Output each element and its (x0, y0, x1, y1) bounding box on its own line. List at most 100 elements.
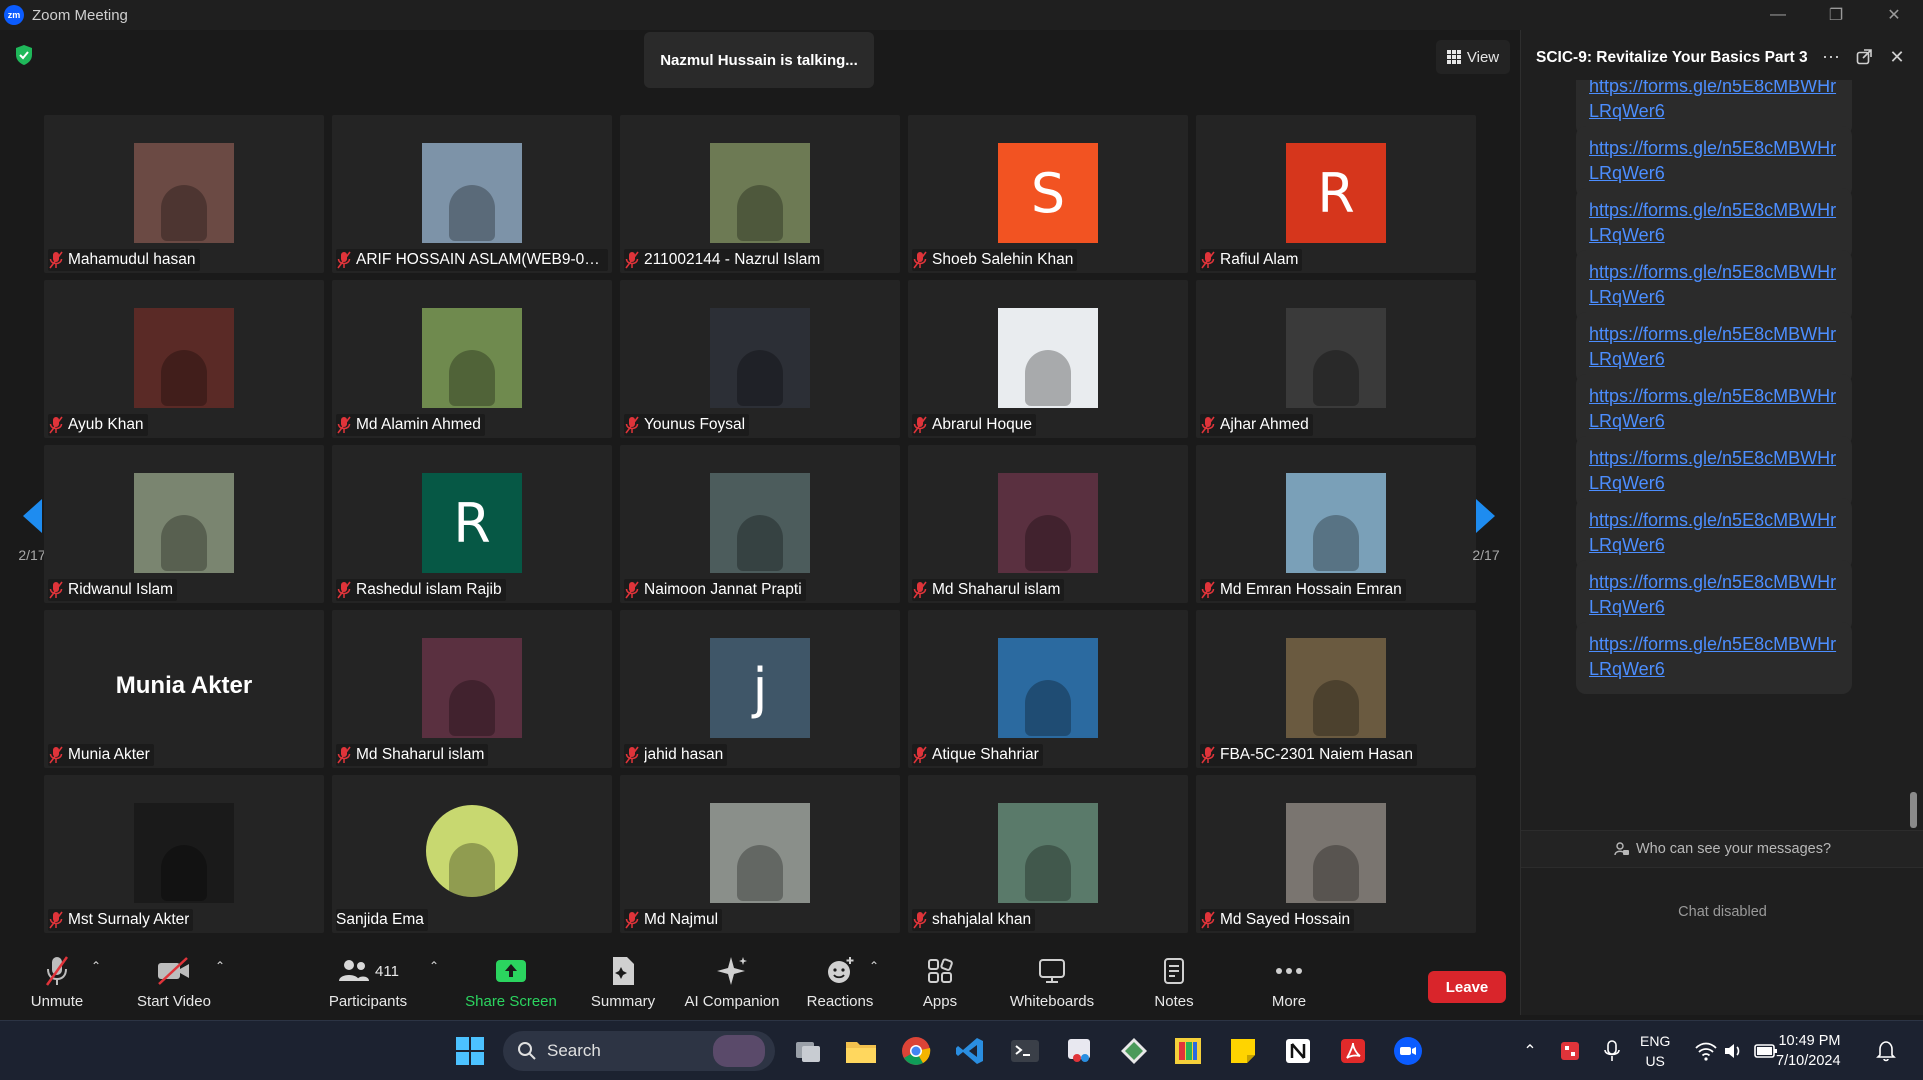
language-indicator[interactable]: ENG US (1640, 1031, 1670, 1071)
meeting-area: Nazmul Hussain is talking... View 2/17 M… (0, 30, 1520, 1015)
participant-tile[interactable]: j jahid hasan (620, 610, 900, 768)
participant-tile[interactable]: S Shoeb Salehin Khan (908, 115, 1188, 273)
participant-tile[interactable]: Md Emran Hossain Emran (1196, 445, 1476, 603)
participants-button[interactable]: 411 Participants (324, 945, 412, 1020)
participant-tile[interactable]: shahjalal khan (908, 775, 1188, 933)
volume-icon[interactable] (1716, 1033, 1752, 1069)
summary-label: Summary (590, 993, 656, 1010)
chat-message-link[interactable]: https://forms.gle/n5E8cMBWHrLRqWer6 (1589, 508, 1838, 558)
participant-tile[interactable]: Abrarul Hoque (908, 280, 1188, 438)
participant-tile[interactable]: Naimoon Jannat Prapti (620, 445, 900, 603)
taskbar-clock[interactable]: 10:49 PM 7/10/2024 (1776, 1031, 1841, 1071)
summary-button[interactable]: Summary (584, 945, 662, 1020)
chat-message-link[interactable]: https://forms.gle/n5E8cMBWHrLRqWer6 (1589, 260, 1838, 310)
participant-display-name: Munia Akter (115, 672, 253, 699)
muted-mic-icon (337, 251, 351, 269)
participant-tile[interactable]: Ajhar Ahmed (1196, 280, 1476, 438)
participant-tile[interactable]: Md Shaharul islam (332, 610, 612, 768)
restore-icon[interactable]: ❐ (1807, 0, 1865, 30)
acrobat-icon[interactable] (1335, 1033, 1371, 1069)
reactions-button[interactable]: Reactions (800, 945, 880, 1020)
language-top: ENG (1640, 1033, 1671, 1049)
leave-button[interactable]: Leave (1428, 971, 1506, 1003)
muted-mic-icon (1201, 251, 1215, 269)
chat-message-list[interactable]: https://forms.gle/n5E8cMBWHrLRqWer6 https… (1521, 80, 1921, 858)
file-explorer-icon[interactable] (843, 1033, 879, 1069)
participant-tile[interactable]: 211002144 - Nazrul Islam (620, 115, 900, 273)
window-title: Zoom Meeting (32, 6, 128, 24)
tray-overflow-chevron-icon[interactable]: ⌃ (1512, 1033, 1548, 1069)
participant-tile[interactable]: ARIF HOSSAIN ASLAM(WEB9-001... (332, 115, 612, 273)
participant-name: Sanjida Ema (336, 911, 424, 928)
participant-tile[interactable]: Ridwanul Islam (44, 445, 324, 603)
notifications-bell-icon[interactable] (1868, 1033, 1904, 1069)
pop-out-icon[interactable] (1853, 46, 1875, 68)
participant-tile[interactable]: Md Alamin Ahmed (332, 280, 612, 438)
apps-button[interactable]: Apps (914, 945, 966, 1020)
close-chat-icon[interactable]: ✕ (1886, 46, 1908, 68)
sticky-notes-icon[interactable] (1225, 1033, 1261, 1069)
more-button[interactable]: More (1264, 945, 1314, 1020)
participant-tile[interactable]: Md Sayed Hossain (1196, 775, 1476, 933)
participants-options-caret-icon[interactable]: ⌃ (427, 959, 441, 973)
participant-tile[interactable]: R Rafiul Alam (1196, 115, 1476, 273)
tray-microphone-icon[interactable] (1594, 1033, 1630, 1069)
participant-tile[interactable]: Md Najmul (620, 775, 900, 933)
chat-message-link[interactable]: https://forms.gle/n5E8cMBWHrLRqWer6 (1589, 136, 1838, 186)
chat-message-link[interactable]: https://forms.gle/n5E8cMBWHrLRqWer6 (1589, 446, 1838, 496)
more-options-icon[interactable]: ⋯ (1820, 46, 1842, 68)
video-options-caret-icon[interactable]: ⌃ (213, 959, 227, 973)
participant-tile[interactable]: Atique Shahriar (908, 610, 1188, 768)
chat-scrollbar[interactable] (1910, 792, 1917, 828)
close-icon[interactable]: ✕ (1865, 0, 1923, 30)
zoom-window: zm Zoom Meeting — ❐ ✕ Nazmul Hussain is … (0, 0, 1923, 1080)
participant-tile[interactable]: Mst Surnaly Akter (44, 775, 324, 933)
notes-button[interactable]: Notes (1148, 945, 1200, 1020)
taskbar-search[interactable]: Search (503, 1031, 775, 1071)
chat-message-link[interactable]: https://forms.gle/n5E8cMBWHrLRqWer6 (1589, 80, 1838, 124)
git-client-icon[interactable] (1116, 1033, 1152, 1069)
tray-app-icon[interactable] (1552, 1033, 1588, 1069)
photo-app-icon[interactable] (1170, 1033, 1206, 1069)
security-shield-icon[interactable] (14, 44, 34, 66)
zoom-taskbar-icon[interactable] (1390, 1033, 1426, 1069)
minimize-icon[interactable]: — (1749, 0, 1807, 30)
participant-tile[interactable]: Mahamudul hasan (44, 115, 324, 273)
participant-tile[interactable]: Ayub Khan (44, 280, 324, 438)
participant-tile[interactable]: Md Shaharul islam (908, 445, 1188, 603)
muted-mic-icon (913, 251, 927, 269)
view-button[interactable]: View (1436, 40, 1510, 74)
unmute-button[interactable]: Unmute (24, 945, 90, 1020)
audio-options-caret-icon[interactable]: ⌃ (89, 959, 103, 973)
chrome-icon[interactable] (898, 1033, 934, 1069)
vscode-icon[interactable] (952, 1033, 988, 1069)
ai-companion-button[interactable]: AI Companion (680, 945, 784, 1020)
windows-start-icon[interactable] (452, 1033, 488, 1069)
participant-name: Rafiul Alam (1220, 251, 1299, 268)
participant-photo (998, 803, 1098, 903)
reactions-options-caret-icon[interactable]: ⌃ (867, 959, 881, 973)
chat-message-link[interactable]: https://forms.gle/n5E8cMBWHrLRqWer6 (1589, 570, 1838, 620)
chat-message-link[interactable]: https://forms.gle/n5E8cMBWHrLRqWer6 (1589, 384, 1838, 434)
who-can-see-messages[interactable]: Who can see your messages? (1521, 830, 1923, 868)
participant-photo (710, 803, 810, 903)
task-view-icon[interactable] (790, 1033, 826, 1069)
more-dots-icon (1276, 968, 1302, 974)
next-page-button[interactable]: 2/17 (1468, 497, 1504, 609)
participant-photo (1286, 473, 1386, 573)
notion-icon[interactable] (1280, 1033, 1316, 1069)
snipping-tool-icon[interactable] (1062, 1033, 1098, 1069)
chat-message-link[interactable]: https://forms.gle/n5E8cMBWHrLRqWer6 (1589, 198, 1838, 248)
whiteboards-button[interactable]: Whiteboards (1002, 945, 1102, 1020)
participant-tile[interactable]: Younus Foysal (620, 280, 900, 438)
participant-tile[interactable]: FBA-5C-2301 Naiem Hasan (1196, 610, 1476, 768)
chat-message-link[interactable]: https://forms.gle/n5E8cMBWHrLRqWer6 (1589, 322, 1838, 372)
share-screen-button[interactable]: Share Screen (464, 945, 558, 1020)
participant-tile[interactable]: Sanjida Ema (332, 775, 612, 933)
start-video-button[interactable]: Start Video (132, 945, 216, 1020)
video-off-icon (158, 957, 189, 985)
chat-message-link[interactable]: https://forms.gle/n5E8cMBWHrLRqWer6 (1589, 632, 1838, 682)
participant-tile[interactable]: R Rashedul islam Rajib (332, 445, 612, 603)
participant-tile[interactable]: Munia Akter Munia Akter (44, 610, 324, 768)
terminal-icon[interactable] (1007, 1033, 1043, 1069)
